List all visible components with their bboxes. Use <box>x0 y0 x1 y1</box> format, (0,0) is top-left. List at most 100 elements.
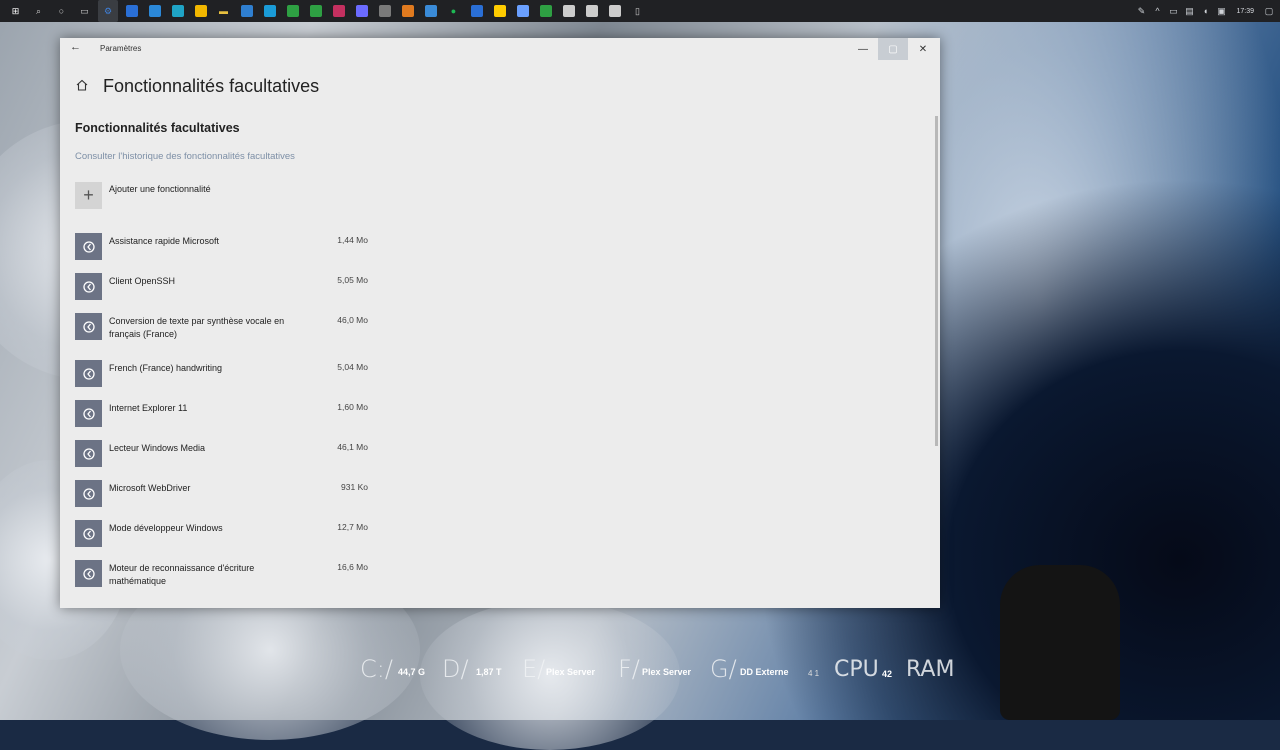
spotify-icon[interactable]: ● <box>446 3 462 19</box>
feature-item[interactable]: Assistance rapide Microsoft 1,44 Mo <box>75 233 375 263</box>
clock[interactable]: 17:39 <box>1236 8 1254 15</box>
app-icon-9[interactable] <box>332 5 345 17</box>
app-icon-3[interactable] <box>171 5 184 17</box>
app-icon-11[interactable] <box>378 5 391 17</box>
feature-item[interactable]: Microsoft WebDriver 931 Ko <box>75 480 375 510</box>
app-icon-6[interactable] <box>263 5 276 17</box>
feature-size: 46,1 Mo <box>337 442 368 452</box>
extra-value: 4 1 <box>808 669 820 678</box>
drive-d-letter: D/ <box>442 655 469 683</box>
feature-gear-icon <box>75 273 102 300</box>
folder-icon[interactable]: ▬ <box>216 3 232 19</box>
taskbar-icons: ⊞ ⌕ ○ ▭ ⚙ ▬ ● ▯ <box>4 0 649 22</box>
feature-gear-icon <box>75 560 102 587</box>
settings-window: ← Paramètres — ▢ ✕ Fonctionnalités facul… <box>60 38 940 608</box>
feature-gear-icon <box>75 440 102 467</box>
app-icon-7[interactable] <box>286 5 299 17</box>
history-link[interactable]: Consulter l'historique des fonctionnalit… <box>75 151 295 162</box>
feature-name: Internet Explorer 11 <box>109 403 188 413</box>
feature-size: 12,7 Mo <box>337 522 368 532</box>
feature-name: Assistance rapide Microsoft <box>109 236 220 246</box>
feature-size: 931 Ko <box>341 482 368 492</box>
app-icon-18[interactable] <box>562 5 575 17</box>
settings-icon[interactable]: ⚙ <box>98 0 118 22</box>
feature-gear-icon <box>75 520 102 547</box>
window-title: Paramètres <box>100 44 142 53</box>
app-icon-17[interactable] <box>539 5 552 17</box>
feature-name: Mode développeur Windows <box>109 523 223 533</box>
drive-e-label: Plex Server <box>546 667 596 677</box>
volume-icon[interactable]: ◖ <box>1200 6 1210 16</box>
taskbar: ⊞ ⌕ ○ ▭ ⚙ ▬ ● ▯ ✎ ^ ▭ ▤ ◖ ▣ 17:39 ▢ <box>0 0 1280 22</box>
feature-name: French (France) handwriting <box>109 363 223 373</box>
ram-label: RAM <box>906 657 955 682</box>
feature-name: Lecteur Windows Media <box>109 443 206 453</box>
task-view-icon[interactable]: ▭ <box>77 3 93 19</box>
desktop-widgets: C:/ 44,7 G D/ 1,87 T E/ Plex Server F/ P… <box>360 655 960 695</box>
drive-c-letter: C:/ <box>360 655 393 683</box>
windows-icon[interactable]: ⊞ <box>8 3 24 19</box>
back-arrow-icon[interactable]: ← <box>70 41 81 53</box>
app-icon-2[interactable] <box>148 5 161 17</box>
add-feature-label[interactable]: Ajouter une fonctionnalité <box>109 184 211 194</box>
trash-icon[interactable]: ▯ <box>630 3 646 19</box>
feature-item[interactable]: Internet Explorer 11 1,60 Mo <box>75 400 375 430</box>
app-icon-8[interactable] <box>309 5 322 17</box>
feature-name: Microsoft WebDriver <box>109 483 191 493</box>
app-icon-4[interactable] <box>194 5 207 17</box>
feature-item[interactable]: Moteur de reconnaissance d'écriture math… <box>75 560 375 590</box>
feature-item[interactable]: Mode développeur Windows 12,7 Mo <box>75 520 375 550</box>
display-icon[interactable]: ▣ <box>1216 6 1226 16</box>
feature-name: Conversion de texte par synthèse vocale … <box>109 316 285 339</box>
add-feature-row[interactable]: + Ajouter une fonctionnalité <box>75 182 211 209</box>
feature-item[interactable]: Conversion de texte par synthèse vocale … <box>75 313 375 343</box>
pen-icon[interactable]: ✎ <box>1136 6 1146 16</box>
chevron-up-icon[interactable]: ^ <box>1152 6 1162 16</box>
astronaut-glove <box>1000 565 1120 720</box>
app-icon-14[interactable] <box>470 5 483 17</box>
feature-gear-icon <box>75 233 102 260</box>
app-icon-15[interactable] <box>493 5 506 17</box>
minimize-button[interactable]: — <box>848 38 878 60</box>
feature-item[interactable]: Client OpenSSH 5,05 Mo <box>75 273 375 303</box>
feature-gear-icon <box>75 313 102 340</box>
feature-gear-icon <box>75 360 102 387</box>
app-icon-13[interactable] <box>424 5 437 17</box>
cortana-icon[interactable]: ○ <box>54 3 70 19</box>
system-tray: ✎ ^ ▭ ▤ ◖ ▣ 17:39 ▢ <box>1136 6 1274 17</box>
feature-name: Moteur de reconnaissance d'écriture math… <box>109 563 255 586</box>
app-icon-1[interactable] <box>125 5 138 17</box>
plus-icon[interactable]: + <box>75 182 102 209</box>
feature-name: Client OpenSSH <box>109 276 176 286</box>
feature-item[interactable]: Lecteur Windows Media 46,1 Mo <box>75 440 375 470</box>
feature-size: 1,60 Mo <box>337 402 368 412</box>
feature-item[interactable]: French (France) handwriting 5,04 Mo <box>75 360 375 390</box>
app-icon-10[interactable] <box>355 5 368 17</box>
app-icon-16[interactable] <box>516 5 529 17</box>
feature-size: 5,04 Mo <box>337 362 368 372</box>
feature-size: 46,0 Mo <box>337 315 368 325</box>
close-button[interactable]: ✕ <box>908 38 938 60</box>
notification-icon[interactable]: ▢ <box>1264 6 1274 16</box>
app-icon-5[interactable] <box>240 5 253 17</box>
app-icon-19[interactable] <box>585 5 598 17</box>
keyboard-icon[interactable]: ▭ <box>1168 6 1178 16</box>
title-bar[interactable]: ← Paramètres — ▢ ✕ <box>60 38 940 60</box>
scrollbar[interactable] <box>935 116 938 446</box>
app-icon-20[interactable] <box>608 5 621 17</box>
maximize-button[interactable]: ▢ <box>878 38 908 60</box>
cpu-value: 42 <box>882 669 893 679</box>
drive-f-letter: F/ <box>618 655 640 683</box>
feature-gear-icon <box>75 400 102 427</box>
network-icon[interactable]: ▤ <box>1184 6 1194 16</box>
feature-size: 16,6 Mo <box>337 562 368 572</box>
drive-d-label: 1,87 T <box>476 667 502 677</box>
home-icon[interactable] <box>75 78 89 92</box>
cpu-label: CPU <box>834 657 879 682</box>
feature-size: 5,05 Mo <box>337 275 368 285</box>
search-icon[interactable]: ⌕ <box>31 3 47 19</box>
drive-g-label: DD Externe <box>740 667 789 677</box>
feature-gear-icon <box>75 480 102 507</box>
drive-f-label: Plex Server <box>642 667 692 677</box>
app-icon-12[interactable] <box>401 5 414 17</box>
